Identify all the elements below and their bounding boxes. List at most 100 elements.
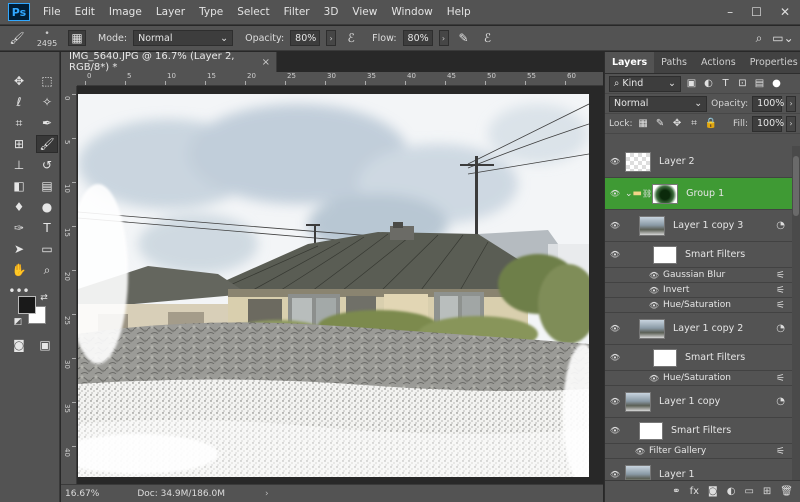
visibility-eye-icon[interactable]: 👁: [647, 374, 661, 383]
search-icon[interactable]: ⌕: [750, 30, 768, 46]
fill-dropdown[interactable]: ›: [786, 115, 796, 132]
visibility-eye-icon[interactable]: 👁: [647, 271, 661, 280]
zoom-tool-icon[interactable]: ⌕: [36, 261, 58, 279]
lasso-tool-icon[interactable]: ℓ: [8, 93, 30, 111]
menu-select[interactable]: Select: [230, 6, 276, 18]
menu-help[interactable]: Help: [440, 6, 478, 18]
lock-all-icon[interactable]: 🔒: [705, 118, 718, 129]
maximize-button[interactable]: ☐: [751, 5, 762, 19]
menu-edit[interactable]: Edit: [68, 6, 102, 18]
menu-3d[interactable]: 3D: [317, 6, 346, 18]
fill-input[interactable]: 100%: [752, 115, 784, 132]
layer-row[interactable]: 👁Layer 1 copy 3◔⌃: [605, 210, 800, 242]
visibility-eye-icon[interactable]: 👁: [605, 324, 625, 333]
magic-wand-tool-icon[interactable]: ✧: [36, 93, 58, 111]
tab-actions[interactable]: Actions: [694, 52, 743, 73]
layer-thumbnail[interactable]: [625, 391, 651, 412]
brush-preset-picker[interactable]: • 2495: [32, 29, 62, 48]
menu-filter[interactable]: Filter: [277, 6, 317, 18]
brush-tool-icon[interactable]: 🖌: [36, 135, 58, 153]
menu-type[interactable]: Type: [192, 6, 230, 18]
lock-position-icon[interactable]: ✥: [671, 118, 684, 129]
vertical-ruler[interactable]: 0 5 10 15 20 25 30 35 40: [61, 86, 77, 484]
flow-input[interactable]: 80%: [402, 30, 433, 46]
status-menu-arrow[interactable]: ›: [265, 489, 269, 499]
tab-properties[interactable]: Properties: [743, 52, 800, 73]
layer-thumbnail[interactable]: [652, 183, 679, 204]
visibility-eye-icon[interactable]: 👁: [605, 426, 625, 435]
minimize-button[interactable]: –: [727, 5, 733, 19]
dodge-tool-icon[interactable]: ●: [36, 198, 58, 216]
layer-thumbnail[interactable]: [625, 464, 651, 480]
filter-blending-options-icon[interactable]: ⚟: [776, 373, 785, 384]
adjustment-layer-icon[interactable]: ◐: [727, 486, 736, 497]
filter-blending-options-icon[interactable]: ⚟: [776, 300, 785, 311]
filter-toggle-icon[interactable]: ●: [770, 78, 783, 89]
visibility-eye-icon[interactable]: 👁: [647, 301, 661, 310]
layer-thumbnail[interactable]: [653, 245, 677, 264]
blur-tool-icon[interactable]: ♦: [8, 198, 30, 216]
filter-blending-options-icon[interactable]: ⚟: [776, 446, 785, 457]
tab-layers[interactable]: Layers: [605, 52, 655, 73]
layer-row[interactable]: 👁 Invert ⚟: [605, 283, 800, 298]
tab-paths[interactable]: Paths: [654, 52, 694, 73]
adjustment-filter-icon[interactable]: ◐: [702, 78, 715, 89]
layer-row[interactable]: 👁 Layer 1: [605, 459, 800, 480]
visibility-eye-icon[interactable]: 👁: [633, 447, 647, 456]
type-tool-icon[interactable]: T: [36, 219, 58, 237]
menu-image[interactable]: Image: [102, 6, 149, 18]
brush-icon[interactable]: 🖌: [8, 30, 26, 46]
mode-select[interactable]: Normal ⌄: [133, 30, 234, 46]
type-filter-icon[interactable]: T: [719, 78, 732, 89]
layer-row[interactable]: 👁 ⌄ ▬ ⛓ Group 1: [605, 178, 800, 210]
close-window-button[interactable]: ✕: [780, 5, 790, 19]
lock-transparent-icon[interactable]: ▦: [637, 118, 650, 129]
workspace-icon[interactable]: ▭⌄: [772, 30, 793, 46]
layer-row[interactable]: 👁 Smart Filters: [605, 418, 800, 444]
gradient-tool-icon[interactable]: ▤: [36, 177, 58, 195]
blend-mode-select[interactable]: Normal ⌄: [609, 95, 708, 112]
opacity-input[interactable]: 80%: [290, 30, 321, 46]
visibility-eye-icon[interactable]: 👁: [605, 353, 625, 362]
new-layer-icon[interactable]: ⊞: [763, 486, 771, 497]
pressure-size-icon[interactable]: ℰ: [479, 30, 497, 46]
screen-mode-icon[interactable]: ▣: [34, 336, 56, 354]
quick-mask-icon[interactable]: ◙: [8, 336, 30, 354]
new-group-icon[interactable]: ▭: [744, 486, 753, 497]
rectangle-tool-icon[interactable]: ▭: [36, 240, 58, 258]
close-icon[interactable]: ×: [262, 57, 270, 68]
menu-window[interactable]: Window: [384, 6, 439, 18]
menu-file[interactable]: File: [36, 6, 68, 18]
history-brush-tool-icon[interactable]: ↺: [36, 156, 58, 174]
layer-thumbnail[interactable]: [639, 421, 663, 440]
layer-thumbnail[interactable]: [625, 151, 651, 172]
foreground-color-swatch[interactable]: [18, 296, 36, 314]
eyedropper-tool-icon[interactable]: ✒: [36, 114, 58, 132]
default-colors-icon[interactable]: ◩: [12, 316, 24, 328]
brush-panel-toggle-icon[interactable]: ▦: [68, 30, 86, 46]
lock-pixels-icon[interactable]: ✎: [654, 118, 667, 129]
kind-filter-select[interactable]: ⌕ Kind ⌄: [609, 75, 681, 92]
lock-artboard-icon[interactable]: ⌗: [688, 118, 701, 129]
opacity-dropdown[interactable]: ›: [326, 30, 337, 46]
ruler-origin[interactable]: [61, 72, 77, 86]
layer-row[interactable]: 👁 Layer 2: [605, 146, 800, 178]
crop-tool-icon[interactable]: ⌗: [8, 114, 30, 132]
healing-brush-tool-icon[interactable]: ⊞: [8, 135, 30, 153]
layer-row[interactable]: 👁 Hue/Saturation ⚟: [605, 371, 800, 386]
delete-layer-icon[interactable]: 🗑: [780, 486, 793, 497]
swap-colors-icon[interactable]: ⇄: [38, 292, 50, 304]
layer-opacity-input[interactable]: 100%: [752, 95, 784, 112]
visibility-eye-icon[interactable]: 👁: [647, 286, 661, 295]
visibility-eye-icon[interactable]: 👁: [605, 221, 625, 230]
visibility-eye-icon[interactable]: 👁: [605, 250, 625, 259]
visibility-eye-icon[interactable]: 👁: [605, 470, 625, 479]
airbrush-icon[interactable]: ✎: [455, 30, 473, 46]
move-tool-icon[interactable]: ✥: [8, 72, 30, 90]
filter-blending-options-icon[interactable]: ⚟: [776, 285, 785, 296]
layer-row[interactable]: 👁Layer 1 copy 2◔⌃: [605, 313, 800, 345]
scrollbar-thumb[interactable]: [793, 156, 799, 216]
filter-blending-options-icon[interactable]: ⚟: [776, 270, 785, 281]
layer-row[interactable]: 👁 Gaussian Blur ⚟: [605, 268, 800, 283]
shape-filter-icon[interactable]: ⊡: [736, 78, 749, 89]
